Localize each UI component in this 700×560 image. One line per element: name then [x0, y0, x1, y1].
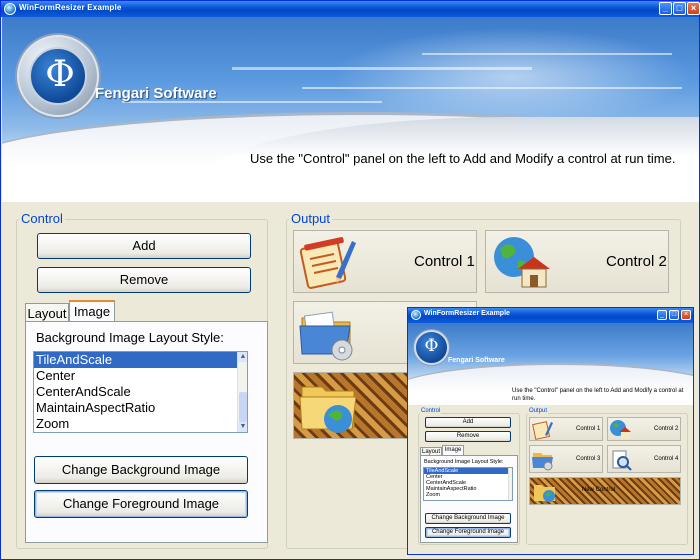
nested-layout-style-label: Background Image Layout Style:: [424, 459, 504, 465]
header-banner: Φ Fengari Software Use the "Control" pan…: [2, 17, 699, 202]
nested-company-logo: Φ: [414, 330, 449, 365]
nested-control-2-label: Control 2: [654, 426, 679, 432]
nested-app-icon: [411, 310, 421, 320]
change-foreground-button[interactable]: Change Foreground Image: [34, 490, 248, 518]
globe-house-icon: [494, 237, 550, 288]
control-group-label: Control: [19, 211, 65, 226]
nested-output-control-1[interactable]: Control 1: [529, 417, 603, 441]
nested-control-4-label: Control 4: [654, 456, 679, 462]
nested-title-bar[interactable]: WinFormResizer Example _ □ ×: [408, 308, 693, 323]
nested-minimize-button[interactable]: _: [657, 310, 667, 320]
list-item[interactable]: Zoom: [34, 416, 247, 432]
nested-output-control-3[interactable]: Control 3: [529, 445, 603, 473]
nested-output-new-control[interactable]: New Control: [529, 477, 681, 505]
layout-style-listbox[interactable]: TileAndScale Center CenterAndScale Maint…: [33, 351, 248, 433]
nested-instruction-text: Use the "Control" panel on the left to A…: [512, 388, 684, 402]
title-bar[interactable]: WinFormResizer Example _ □ ×: [1, 1, 700, 17]
change-background-button[interactable]: Change Background Image: [34, 456, 248, 484]
output-control-2[interactable]: Control 2: [485, 230, 669, 293]
nested-change-background-button[interactable]: Change Background Image: [425, 513, 511, 524]
nested-notepad-pencil-icon: [532, 421, 553, 440]
layout-style-label: Background Image Layout Style:: [36, 330, 224, 345]
nested-magnifier-document-icon: [612, 450, 632, 471]
nested-add-button[interactable]: Add: [425, 417, 511, 428]
nested-change-foreground-button[interactable]: Change Foreground Image: [425, 527, 511, 538]
remove-button[interactable]: Remove: [37, 267, 251, 293]
phi-logo-icon: Φ: [45, 54, 75, 95]
control-2-label: Control 2: [606, 253, 667, 270]
nested-header-banner: Φ Fengari Software Use the "Control" pan…: [408, 323, 693, 405]
nested-window[interactable]: WinFormResizer Example _ □ × Φ Fengari S…: [407, 307, 694, 555]
nested-phi-logo-icon: Φ: [424, 336, 439, 356]
list-item[interactable]: CenterAndScale: [34, 384, 247, 400]
list-item[interactable]: MaintainAspectRatio: [34, 400, 247, 416]
nested-globe-house-icon: [610, 420, 631, 439]
folder-cd-icon: [299, 311, 353, 361]
list-item[interactable]: Zoom: [424, 492, 512, 498]
list-item[interactable]: Center: [34, 368, 247, 384]
nested-close-button[interactable]: ×: [681, 310, 691, 320]
scroll-thumb[interactable]: [239, 392, 247, 422]
nested-folder-globe-icon: [534, 485, 555, 502]
instruction-text: Use the "Control" panel on the left to A…: [250, 151, 676, 166]
output-group-label: Output: [289, 211, 333, 226]
scroll-up-icon[interactable]: ▲: [238, 352, 247, 362]
nested-remove-button[interactable]: Remove: [425, 431, 511, 442]
company-logo: Φ: [17, 35, 99, 117]
nested-folder-cd-icon: [532, 453, 553, 471]
notepad-pencil-icon: [299, 237, 356, 289]
tab-image[interactable]: Image: [69, 300, 115, 322]
nested-control-label: Control: [420, 408, 442, 414]
nested-maximize-button[interactable]: □: [669, 310, 679, 320]
close-button[interactable]: ×: [687, 2, 700, 15]
output-control-1[interactable]: Control 1: [293, 230, 477, 293]
nested-output-control-4[interactable]: Control 4: [607, 445, 681, 473]
add-button[interactable]: Add: [37, 233, 251, 259]
nested-output-label: Output: [528, 408, 549, 414]
nested-listbox-scrollbar[interactable]: [508, 468, 512, 500]
nested-output-control-2[interactable]: Control 2: [607, 417, 681, 441]
list-item[interactable]: TileAndScale: [34, 352, 247, 368]
nested-layout-listbox[interactable]: TileAndScale Center CenterAndScale Maint…: [423, 467, 513, 501]
nested-tab-image[interactable]: Image: [442, 445, 464, 455]
control-1-label: Control 1: [414, 253, 475, 270]
app-icon: [4, 3, 16, 15]
minimize-button[interactable]: _: [659, 2, 672, 15]
main-window: WinFormResizer Example _ □ × Φ Fengari S…: [0, 0, 700, 560]
tab-layout[interactable]: Layout: [25, 303, 69, 322]
scroll-down-icon[interactable]: ▼: [238, 422, 247, 432]
nested-new-control-label: New Control: [582, 487, 616, 493]
listbox-scrollbar[interactable]: ▲ ▼: [237, 352, 247, 432]
brand-name: Fengari Software: [95, 85, 217, 102]
nested-window-title: WinFormResizer Example: [424, 310, 510, 317]
maximize-button[interactable]: □: [673, 2, 686, 15]
folder-globe-icon: [299, 386, 357, 433]
nested-control-3-label: Control 3: [576, 456, 601, 462]
nested-brand-name: Fengari Software: [448, 357, 505, 364]
nested-control-1-label: Control 1: [576, 426, 601, 432]
window-title: WinFormResizer Example: [19, 3, 122, 12]
